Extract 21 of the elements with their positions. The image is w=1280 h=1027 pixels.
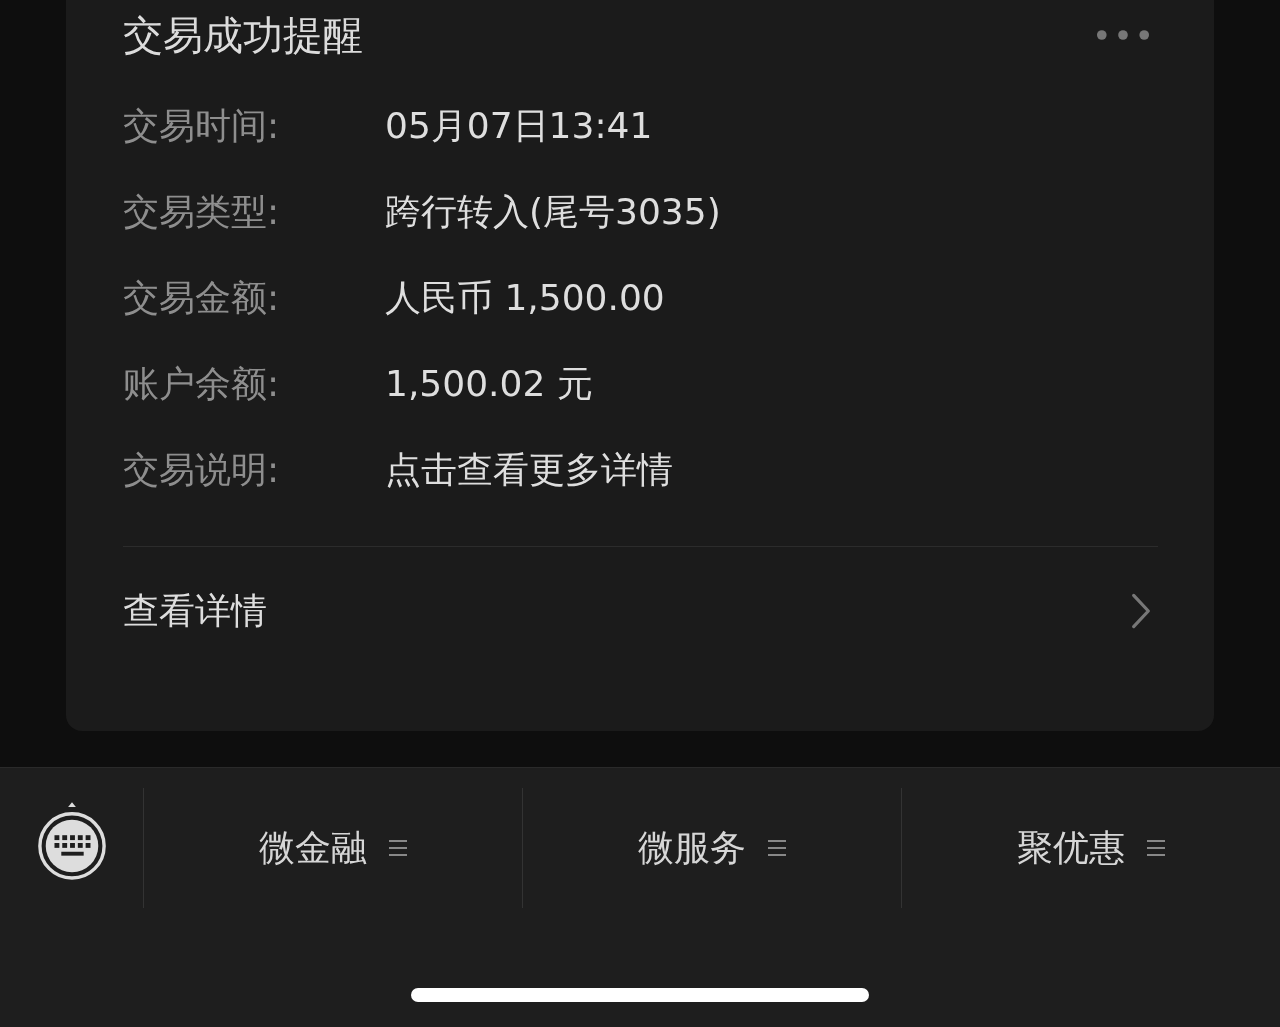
menu-icon	[1147, 839, 1165, 858]
view-details-row[interactable]: 查看详情	[123, 547, 1158, 675]
chevron-right-icon	[1130, 592, 1152, 630]
field-value: 跨行转入(尾号3035)	[385, 189, 721, 234]
menu-button[interactable]: 微金融	[143, 788, 522, 909]
field-value: 点击查看更多详情	[385, 447, 673, 492]
field-label: 交易说明:	[123, 447, 281, 492]
field-value: 人民币 1,500.00	[385, 275, 665, 320]
field-label: 交易金额:	[123, 275, 281, 320]
field-value: 1,500.02 元	[385, 361, 593, 406]
field-label: 账户余额:	[123, 361, 281, 406]
field-label: 交易时间:	[123, 103, 281, 148]
card-title: 交易成功提醒	[123, 10, 363, 60]
menu-icon	[768, 839, 786, 858]
field-label: 交易类型:	[123, 189, 281, 234]
menu-icon	[389, 839, 407, 858]
menu-button[interactable]: 微服务	[522, 788, 901, 909]
menu-button[interactable]: 聚优惠	[901, 788, 1280, 909]
view-details-link[interactable]: 查看详情	[123, 586, 267, 636]
more-icon[interactable]	[1096, 29, 1150, 41]
field-value: 05月07日13:41	[385, 103, 653, 148]
